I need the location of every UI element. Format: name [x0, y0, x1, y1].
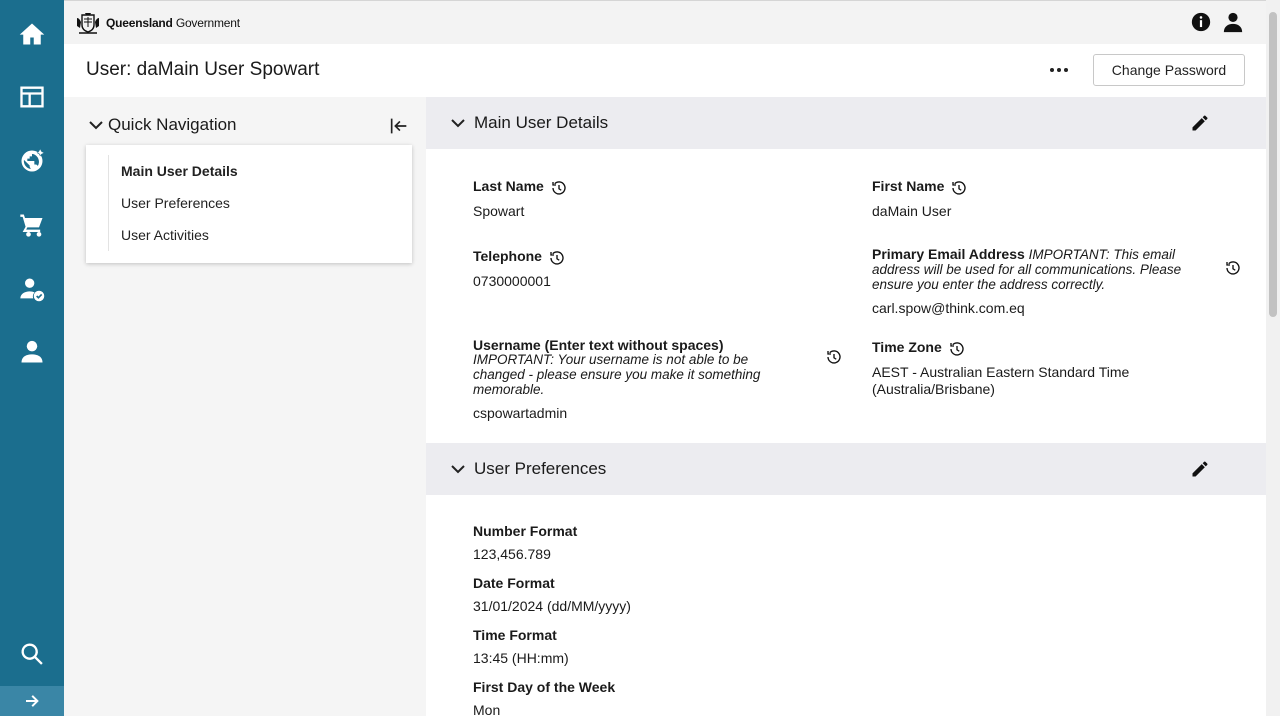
chevron-down-icon: [89, 121, 103, 130]
email-label: Primary Email Address: [872, 246, 1025, 262]
change-password-button[interactable]: Change Password: [1093, 54, 1245, 86]
collapse-panel-button[interactable]: [388, 115, 412, 139]
last-name-field: Last Name Spowart: [473, 179, 568, 220]
globe-icon[interactable]: [0, 133, 64, 189]
timezone-field: Time Zone AEST - Australian Eastern Stan…: [872, 340, 1162, 398]
page-title: User: daMain User Spowart: [86, 59, 320, 80]
top-bar: Queensland Government: [64, 0, 1266, 44]
history-icon[interactable]: [950, 179, 968, 197]
expand-rail-button[interactable]: [0, 686, 64, 716]
first-name-value: daMain User: [872, 203, 952, 219]
quick-nav-user-preferences[interactable]: User Preferences: [109, 187, 250, 219]
first-day-value: Mon: [473, 702, 501, 716]
dashboard-icon[interactable]: [0, 69, 64, 125]
time-format-value: 13:45 (HH:mm): [473, 650, 569, 666]
time-format-label: Time Format: [473, 627, 557, 643]
time-format-field: Time Format 13:45 (HH:mm): [473, 627, 569, 667]
date-format-value: 31/01/2024 (dd/MM/yyyy): [473, 598, 631, 614]
date-format-field: Date Format 31/01/2024 (dd/MM/yyyy): [473, 575, 631, 615]
number-format-label: Number Format: [473, 523, 578, 539]
username-field: Username (Enter text without spaces) IMP…: [473, 338, 843, 422]
chevron-down-icon[interactable]: [450, 115, 466, 131]
info-icon[interactable]: [1190, 11, 1212, 33]
first-name-field: First Name daMain User: [872, 179, 968, 220]
number-format-value: 123,456.789: [473, 546, 551, 562]
account-icon[interactable]: [1222, 11, 1244, 33]
number-format-field: Number Format 123,456.789: [473, 523, 577, 563]
timezone-label: Time Zone: [872, 339, 942, 355]
history-icon[interactable]: [548, 249, 566, 267]
page-header: User: daMain User Spowart Change Passwor…: [64, 44, 1266, 97]
user-icon[interactable]: [0, 324, 64, 380]
coat-of-arms-icon: [77, 13, 99, 34]
collapse-left-icon: [390, 118, 407, 134]
cart-icon[interactable]: [0, 197, 64, 253]
logo-text-bold: Queensland: [106, 16, 173, 30]
edit-pencil-icon[interactable]: [1190, 459, 1210, 479]
quick-nav-panel: Quick Navigation Main User Details User …: [64, 97, 426, 716]
quick-nav-card: Main User Details User Preferences User …: [86, 145, 412, 263]
telephone-label: Telephone: [473, 248, 542, 264]
chevron-down-icon[interactable]: [450, 461, 466, 477]
last-name-label: Last Name: [473, 178, 544, 194]
main-user-details-header: Main User Details: [426, 97, 1266, 149]
logo-text-regular: Government: [175, 16, 240, 30]
edit-pencil-icon[interactable]: [1190, 113, 1210, 133]
scrollbar-thumb[interactable]: [1269, 12, 1277, 317]
quick-nav-toggle[interactable]: Quick Navigation: [88, 115, 237, 135]
quick-nav-user-activities[interactable]: User Activities: [109, 219, 250, 251]
more-options-button[interactable]: [1044, 58, 1074, 82]
section-title: Main User Details: [474, 113, 609, 132]
username-note: IMPORTANT: Your username is not able to …: [473, 352, 761, 397]
section-title: User Preferences: [474, 459, 607, 478]
first-day-field: First Day of the Week Mon: [473, 679, 615, 716]
email-value: carl.spow@think.com.eq: [872, 300, 1025, 316]
first-day-label: First Day of the Week: [473, 679, 616, 695]
history-icon[interactable]: [1224, 259, 1242, 277]
email-field: Primary Email Address IMPORTANT: This em…: [872, 247, 1242, 317]
username-value: cspowartadmin: [473, 405, 568, 421]
history-icon[interactable]: [825, 348, 843, 366]
page-scrollbar[interactable]: [1266, 0, 1280, 716]
nav-rail: [0, 0, 64, 716]
user-preferences-header: User Preferences: [426, 443, 1266, 495]
date-format-label: Date Format: [473, 575, 555, 591]
username-label: Username (Enter text without spaces): [473, 337, 724, 353]
search-icon[interactable]: [0, 626, 64, 682]
user-check-icon[interactable]: [0, 261, 64, 317]
main-content: Main User Details Last Name Spowart Firs…: [426, 97, 1266, 716]
quick-nav-title: Quick Navigation: [108, 115, 237, 134]
arrow-right-icon: [26, 695, 39, 707]
qld-gov-logo[interactable]: Queensland Government: [74, 9, 240, 37]
first-name-label: First Name: [872, 178, 945, 194]
timezone-value: AEST - Australian Eastern Standard Time …: [872, 364, 1130, 397]
quick-nav-main-user-details[interactable]: Main User Details: [109, 155, 250, 187]
history-icon[interactable]: [550, 179, 568, 197]
last-name-value: Spowart: [473, 203, 525, 219]
telephone-value: 0730000001: [473, 273, 551, 289]
home-icon[interactable]: [0, 6, 64, 62]
history-icon[interactable]: [948, 340, 966, 358]
telephone-field: Telephone 0730000001: [473, 249, 566, 290]
